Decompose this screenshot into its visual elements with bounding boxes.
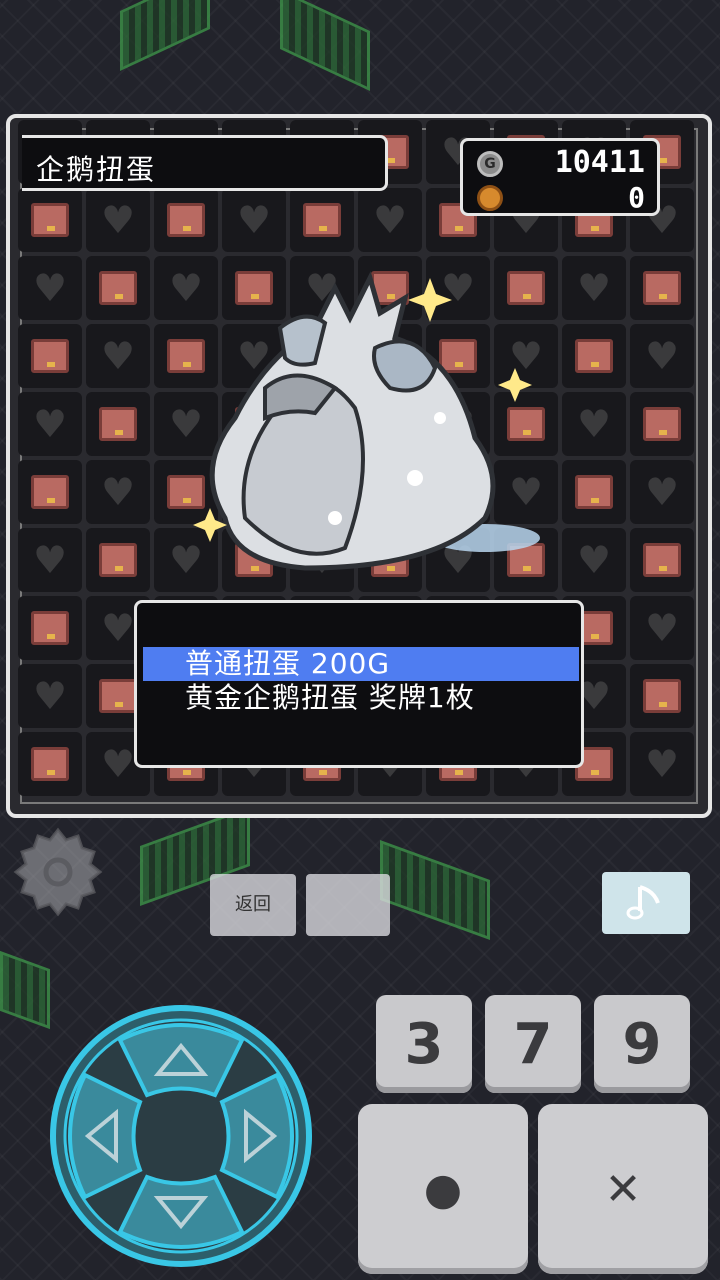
chest-icon bbox=[31, 203, 69, 237]
gold-coin-icon: G bbox=[477, 151, 503, 177]
number-button-9[interactable]: 9 bbox=[594, 995, 690, 1093]
chest-icon bbox=[99, 679, 137, 713]
chest-icon bbox=[575, 475, 613, 509]
heart-icon: ♥ bbox=[576, 538, 612, 582]
number-button-7[interactable]: 7 bbox=[485, 995, 581, 1093]
heart-cell: ♥ bbox=[630, 460, 694, 524]
chest-icon bbox=[31, 339, 69, 373]
chest-cell bbox=[290, 188, 354, 252]
cancel-button[interactable]: ✕ bbox=[538, 1104, 708, 1274]
direction-pad[interactable] bbox=[40, 1000, 322, 1272]
chest-icon bbox=[575, 339, 613, 373]
heart-icon: ♥ bbox=[32, 402, 68, 446]
chest-cell bbox=[630, 528, 694, 592]
heart-icon: ♥ bbox=[644, 334, 680, 378]
heart-icon: ♥ bbox=[644, 470, 680, 514]
heart-icon: ♥ bbox=[32, 538, 68, 582]
heart-cell: ♥ bbox=[562, 392, 626, 456]
heart-icon: ♥ bbox=[32, 266, 68, 310]
heart-icon: ♥ bbox=[32, 674, 68, 718]
heart-cell: ♥ bbox=[18, 256, 82, 320]
chest-cell bbox=[86, 392, 150, 456]
chest-icon bbox=[99, 543, 137, 577]
medal-coin-icon bbox=[477, 185, 503, 211]
chest-icon bbox=[31, 611, 69, 645]
chest-icon bbox=[643, 543, 681, 577]
back-button[interactable]: 返回 bbox=[210, 874, 296, 936]
medal-amount: 0 bbox=[628, 181, 645, 214]
chest-icon bbox=[99, 407, 137, 441]
menu-item-gold-gacha[interactable]: 黄金企鹅扭蛋 奖牌1枚 bbox=[143, 681, 579, 715]
chest-icon bbox=[303, 203, 341, 237]
menu-item-normal-gacha[interactable]: 普通扭蛋 200G bbox=[143, 647, 579, 681]
cross-icon: ✕ bbox=[604, 1163, 642, 1215]
chest-cell bbox=[154, 188, 218, 252]
chest-icon bbox=[643, 271, 681, 305]
confirm-button[interactable]: ● bbox=[358, 1104, 528, 1274]
heart-cell: ♥ bbox=[630, 324, 694, 388]
heart-cell: ♥ bbox=[222, 188, 286, 252]
chest-cell bbox=[18, 324, 82, 388]
gacha-menu: 普通扭蛋 200G 黄金企鹅扭蛋 奖牌1枚 bbox=[134, 600, 584, 768]
chest-cell bbox=[18, 596, 82, 660]
chest-cell bbox=[630, 256, 694, 320]
heart-cell: ♥ bbox=[18, 392, 82, 456]
music-note-icon bbox=[626, 885, 660, 920]
chest-cell bbox=[630, 664, 694, 728]
heart-icon: ♥ bbox=[100, 198, 136, 242]
title-box: 企鹅扭蛋 bbox=[22, 135, 388, 191]
heart-icon: ♥ bbox=[576, 266, 612, 310]
chest-cell bbox=[18, 460, 82, 524]
number-button-3[interactable]: 3 bbox=[376, 995, 472, 1093]
penguin-sprite bbox=[193, 271, 540, 571]
heart-icon: ♥ bbox=[236, 198, 272, 242]
chest-cell bbox=[562, 460, 626, 524]
blank-button[interactable] bbox=[306, 874, 390, 936]
heart-icon: ♥ bbox=[372, 198, 408, 242]
chest-cell bbox=[18, 732, 82, 796]
currency-panel: G 10411 0 bbox=[460, 138, 660, 216]
chest-cell bbox=[86, 256, 150, 320]
heart-icon: ♥ bbox=[100, 470, 136, 514]
chest-icon bbox=[31, 747, 69, 781]
chest-cell bbox=[562, 324, 626, 388]
chest-icon bbox=[31, 475, 69, 509]
chest-icon bbox=[99, 271, 137, 305]
heart-cell: ♥ bbox=[562, 256, 626, 320]
heart-cell: ♥ bbox=[18, 664, 82, 728]
heart-icon: ♥ bbox=[100, 334, 136, 378]
chest-icon bbox=[167, 203, 205, 237]
page-title: 企鹅扭蛋 bbox=[36, 153, 157, 186]
heart-icon: ♥ bbox=[576, 402, 612, 446]
heart-cell: ♥ bbox=[630, 596, 694, 660]
heart-cell: ♥ bbox=[358, 188, 422, 252]
gold-amount: 10411 bbox=[554, 145, 645, 180]
circle-icon: ● bbox=[423, 1163, 463, 1215]
heart-icon: ♥ bbox=[100, 742, 136, 786]
heart-cell: ♥ bbox=[86, 324, 150, 388]
heart-cell: ♥ bbox=[86, 188, 150, 252]
chest-cell bbox=[86, 528, 150, 592]
heart-cell: ♥ bbox=[562, 528, 626, 592]
heart-cell: ♥ bbox=[18, 528, 82, 592]
music-button[interactable] bbox=[602, 872, 690, 934]
heart-icon: ♥ bbox=[644, 742, 680, 786]
heart-cell: ♥ bbox=[86, 460, 150, 524]
chest-icon bbox=[643, 407, 681, 441]
heart-cell: ♥ bbox=[630, 732, 694, 796]
chest-icon bbox=[643, 679, 681, 713]
chest-cell bbox=[18, 188, 82, 252]
chest-cell bbox=[630, 392, 694, 456]
heart-icon: ♥ bbox=[644, 606, 680, 650]
heart-icon: ♥ bbox=[100, 606, 136, 650]
settings-gear-icon[interactable] bbox=[12, 826, 104, 918]
